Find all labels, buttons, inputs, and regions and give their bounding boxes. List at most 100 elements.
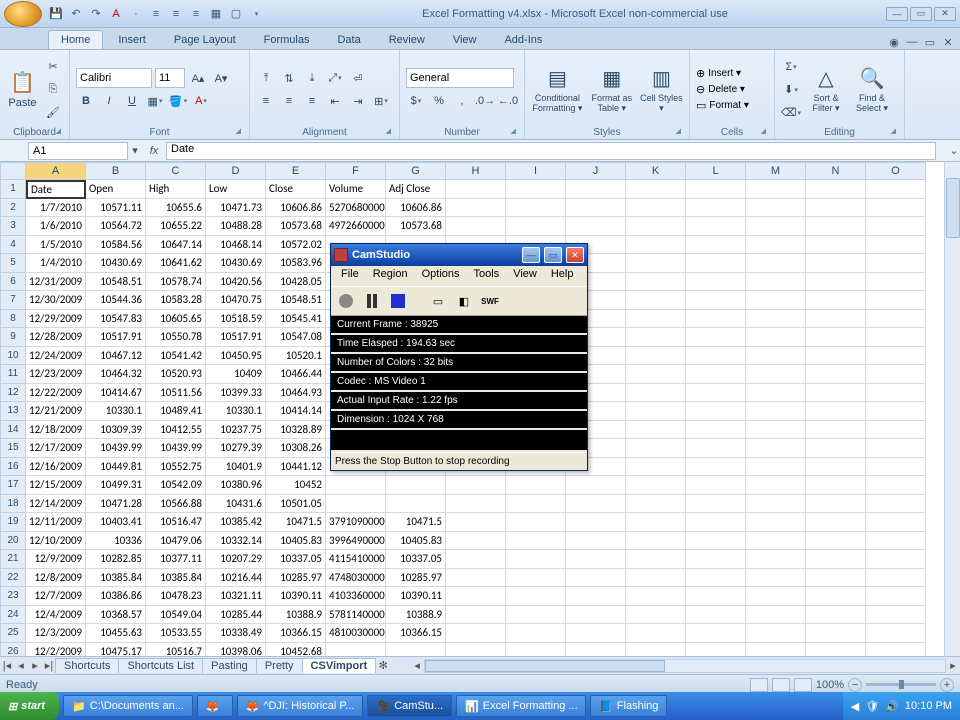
sheet-tab[interactable]: CSVimport [302,658,377,673]
tray-icon[interactable]: ◀ [851,700,859,713]
merge-button[interactable]: ⊞ [371,91,391,111]
cell[interactable] [866,199,926,218]
cell[interactable] [806,532,866,551]
cell[interactable] [566,513,626,532]
cell[interactable]: 10207.29 [206,550,266,569]
cell[interactable] [806,328,866,347]
cell[interactable]: 10409 [206,365,266,384]
name-box[interactable]: A1 [28,142,128,160]
cell[interactable]: 10321.11 [206,587,266,606]
cell[interactable] [866,217,926,236]
cell[interactable]: 10414.14 [266,402,326,421]
column-header[interactable]: G [386,162,446,180]
normal-view-button[interactable] [750,678,768,692]
cell[interactable]: 10573.68 [266,217,326,236]
sheet-tab[interactable]: Shortcuts [55,658,119,673]
cell[interactable] [866,495,926,514]
cell[interactable]: 10430.69 [206,254,266,273]
cell[interactable] [746,587,806,606]
cell[interactable] [686,624,746,643]
cell[interactable] [506,624,566,643]
align-top-button[interactable]: ⤒ [256,68,276,88]
camstudio-menu-item[interactable]: View [507,266,543,286]
cell[interactable]: 12/24/2009 [26,347,86,366]
tab-page-layout[interactable]: Page Layout [161,30,249,49]
cell[interactable]: 10583.28 [146,291,206,310]
row-header[interactable]: 25 [0,624,26,643]
cell[interactable] [686,550,746,569]
column-header[interactable]: N [806,162,866,180]
cell[interactable]: 10412.55 [146,421,206,440]
cell[interactable] [626,513,686,532]
cell[interactable]: 10452.68 [266,643,326,657]
cell[interactable] [506,217,566,236]
cell[interactable]: 10439.99 [86,439,146,458]
cell[interactable] [746,291,806,310]
cell[interactable] [566,587,626,606]
cell[interactable] [686,217,746,236]
cell[interactable] [806,310,866,329]
cell[interactable] [386,476,446,495]
sheet-tab[interactable]: Pasting [202,658,257,673]
tray-icon[interactable]: 🔊 [885,700,899,713]
cell[interactable]: 10332.14 [206,532,266,551]
cell[interactable]: 10517.91 [86,328,146,347]
row-header[interactable]: 6 [0,273,26,292]
cell[interactable] [446,495,506,514]
cell[interactable] [626,365,686,384]
row-header[interactable]: 13 [0,402,26,421]
cell[interactable] [806,384,866,403]
cell[interactable]: 10572.02 [266,236,326,255]
cell[interactable]: 12/9/2009 [26,550,86,569]
cell[interactable] [746,199,806,218]
cell[interactable]: 10468.14 [206,236,266,255]
cell[interactable]: 10385.84 [86,569,146,588]
number-format-input[interactable] [406,68,514,88]
cell[interactable] [626,624,686,643]
tab-insert[interactable]: Insert [105,30,159,49]
cell[interactable]: 10390.11 [266,587,326,606]
doc-close-button[interactable]: ✕ [940,35,956,49]
cell[interactable]: Open [86,180,146,199]
cell[interactable] [686,365,746,384]
cell[interactable] [866,624,926,643]
cell[interactable]: 10337.05 [386,550,446,569]
cell[interactable] [386,495,446,514]
row-header[interactable]: 21 [0,550,26,569]
cell[interactable]: 10464.93 [266,384,326,403]
cell[interactable] [506,495,566,514]
cell[interactable]: 10544.36 [86,291,146,310]
cell[interactable] [806,347,866,366]
align-middle-button[interactable]: ⇅ [279,68,299,88]
cell[interactable]: 10390.11 [386,587,446,606]
cell[interactable] [566,624,626,643]
cell[interactable] [806,273,866,292]
cell[interactable]: 4810030000 [326,624,386,643]
cell[interactable]: 1/6/2010 [26,217,86,236]
fill-icon[interactable]: ▢ [228,6,244,22]
row-header[interactable]: 1 [0,180,26,199]
camstudio-close-button[interactable]: ✕ [566,247,584,263]
align-left-icon[interactable]: ≡ [148,6,164,22]
select-all-corner[interactable] [0,162,26,180]
swf-button[interactable]: SWF [479,290,501,312]
cell[interactable] [866,236,926,255]
cell[interactable] [566,532,626,551]
cell[interactable] [866,643,926,657]
cell[interactable]: 10550.78 [146,328,206,347]
cell[interactable] [626,587,686,606]
help-icon[interactable]: ◉ [886,35,902,49]
cell[interactable]: 10366.15 [386,624,446,643]
stop-button[interactable] [387,290,409,312]
cell[interactable]: 10330.1 [86,402,146,421]
cell[interactable]: 10428.05 [266,273,326,292]
tab-view[interactable]: View [440,30,490,49]
row-header[interactable]: 16 [0,458,26,477]
cell[interactable]: 10398.06 [206,643,266,657]
cell[interactable] [326,476,386,495]
cell[interactable] [506,532,566,551]
tab-home[interactable]: Home [48,30,103,49]
cell[interactable] [746,643,806,657]
row-header[interactable]: 19 [0,513,26,532]
cell[interactable] [686,587,746,606]
